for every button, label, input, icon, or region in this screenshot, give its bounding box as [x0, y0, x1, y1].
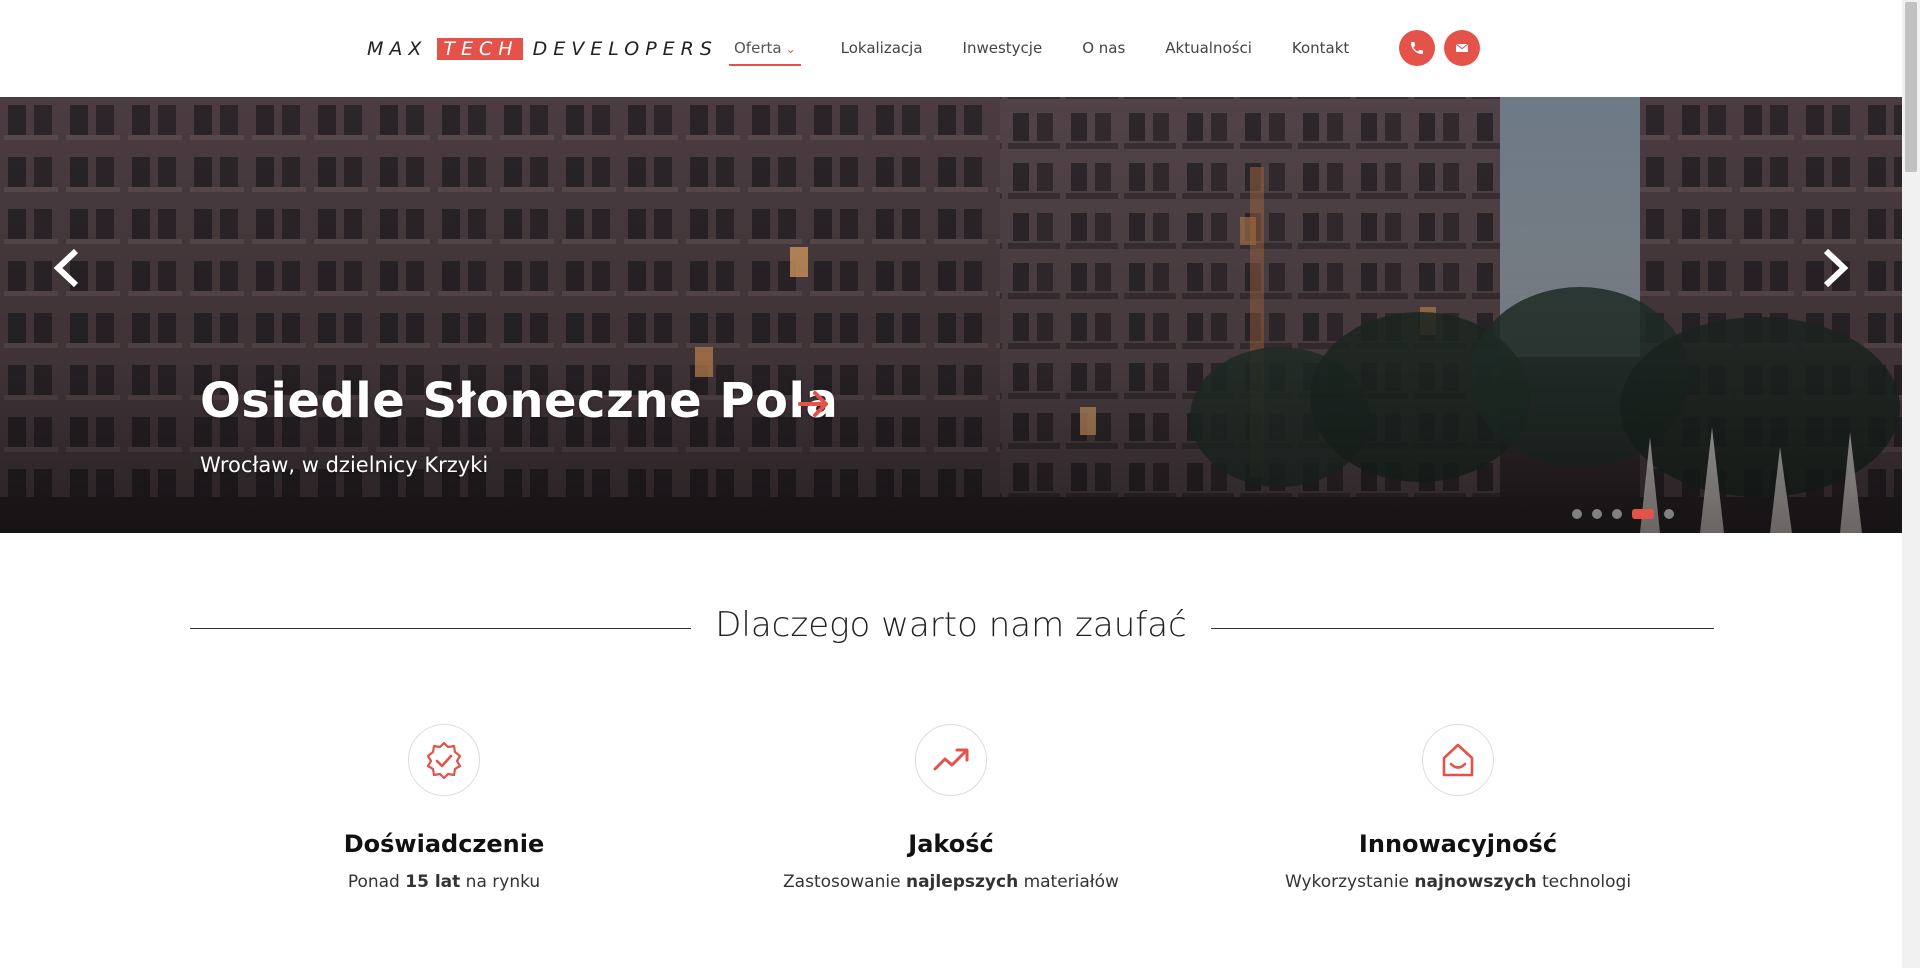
- logo-text-tech: TECH: [437, 38, 523, 60]
- chevron-right-icon: [1823, 248, 1849, 288]
- section-title-text: Dlaczego warto nam zaufać: [691, 605, 1211, 645]
- hero-subtitle: Wrocław, w dzielnicy Krzyki: [200, 453, 489, 477]
- feature-icon-wrapper: [408, 724, 480, 796]
- feature-desc-text: materiałów: [1018, 872, 1119, 892]
- feature-description: Ponad 15 lat na rynku: [234, 872, 654, 892]
- feature-desc-text: Zastosowanie: [783, 872, 906, 892]
- feature-experience: Doświadczenie Ponad 15 lat na rynku: [234, 724, 654, 892]
- hero-title[interactable]: Osiedle Słoneczne Pola: [200, 373, 838, 429]
- site-header: MAX TECH DEVELOPERS Oferta ⌄ Lokalizacja …: [0, 0, 1902, 97]
- feature-desc-text: na rynku: [460, 872, 541, 892]
- feature-title: Doświadczenie: [343, 830, 545, 858]
- section-title: Dlaczego warto nam zaufać: [0, 605, 1902, 645]
- feature-desc-bold: najnowszych: [1414, 872, 1537, 892]
- feature-description: Wykorzystanie najnowszych technologi: [1248, 872, 1668, 892]
- main-nav: Oferta ⌄ Lokalizacja Inwestycje O nas Akt…: [729, 38, 1389, 66]
- home-smile-icon: [1442, 743, 1474, 777]
- nav-item-lokalizacja[interactable]: Lokalizacja: [841, 38, 923, 66]
- logo[interactable]: MAX TECH DEVELOPERS: [367, 36, 718, 62]
- chevron-down-icon: ⌄: [785, 42, 796, 56]
- feature-desc-text: Ponad: [347, 872, 406, 892]
- envelope-icon: [1455, 43, 1469, 52]
- trending-up-icon: [933, 748, 969, 771]
- feature-desc-bold: 15 lat: [405, 872, 461, 892]
- slider-dots: [1572, 509, 1684, 519]
- nav-item-o-nas[interactable]: O nas: [1082, 38, 1125, 66]
- nav-item-label: Oferta: [734, 39, 782, 57]
- feature-desc-text: Wykorzystanie: [1284, 872, 1415, 892]
- hero-next-button[interactable]: [1814, 245, 1854, 291]
- logo-text-max: MAX: [367, 38, 428, 60]
- scrollbar-thumb[interactable]: [1905, 2, 1917, 172]
- badge-check-icon: [426, 741, 462, 780]
- nav-item-inwestycje[interactable]: Inwestycje: [963, 38, 1043, 66]
- feature-innovation: Innowacyjność Wykorzystanie najnowszych …: [1248, 724, 1668, 892]
- nav-item-aktualnosci[interactable]: Aktualności: [1165, 38, 1252, 66]
- slider-dot[interactable]: [1664, 509, 1674, 519]
- slider-dot-active[interactable]: [1632, 509, 1654, 519]
- nav-item-oferta[interactable]: Oferta ⌄: [729, 38, 801, 66]
- slider-dot[interactable]: [1572, 509, 1582, 519]
- chevron-left-icon: [53, 248, 79, 288]
- feature-desc-bold: najlepszych: [905, 872, 1019, 892]
- feature-title: Innowacyjność: [1358, 830, 1558, 858]
- feature-icon-wrapper: [915, 724, 987, 796]
- feature-quality: Jakość Zastosowanie najlepszych materiał…: [741, 724, 1161, 892]
- phone-button[interactable]: [1399, 30, 1435, 66]
- slider-dot[interactable]: [1612, 509, 1622, 519]
- page-scrollbar[interactable]: [1902, 0, 1920, 968]
- logo-text-developers: DEVELOPERS: [532, 38, 718, 60]
- feature-description: Zastosowanie najlepszych materiałów: [741, 872, 1161, 892]
- hero-prev-button[interactable]: [48, 245, 88, 291]
- phone-icon: [1411, 42, 1423, 54]
- feature-desc-text: technologi: [1536, 872, 1632, 892]
- slider-dot[interactable]: [1592, 509, 1602, 519]
- feature-title: Jakość: [908, 830, 994, 858]
- arrow-right-icon[interactable]: [797, 387, 831, 421]
- email-button[interactable]: [1444, 30, 1480, 66]
- hero-slider: Osiedle Słoneczne Pola Wrocław, w dzieln…: [0, 97, 1902, 533]
- feature-icon-wrapper: [1422, 724, 1494, 796]
- nav-item-kontakt[interactable]: Kontakt: [1292, 38, 1349, 66]
